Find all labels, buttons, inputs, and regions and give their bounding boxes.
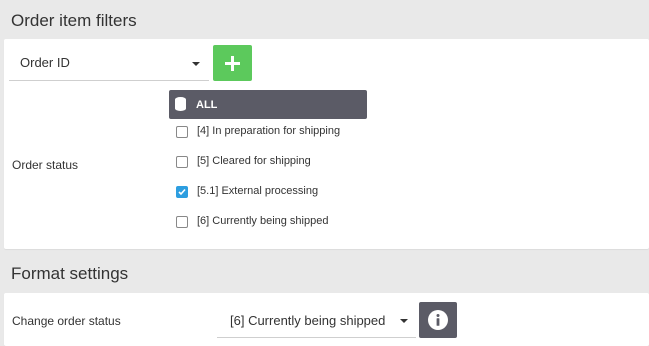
checkbox[interactable]: [176, 216, 188, 228]
change-order-status-select[interactable]: [6] Currently being shipped: [217, 303, 416, 338]
checkbox-checked[interactable]: [176, 186, 188, 198]
filter-field-select[interactable]: Order ID: [9, 45, 209, 81]
status-option-label: [5] Cleared for shipping: [197, 155, 311, 167]
checkbox[interactable]: [176, 126, 188, 138]
filter-field-value: Order ID: [20, 55, 70, 70]
checkbox[interactable]: [176, 156, 188, 168]
database-icon: [175, 97, 186, 111]
change-order-status-label: Change order status: [12, 314, 121, 328]
format-title: Format settings: [11, 264, 129, 283]
info-button[interactable]: [419, 302, 457, 338]
status-option-label: [5.1] External processing: [197, 185, 319, 197]
plus-icon: [225, 56, 240, 71]
filters-title: Order item filters: [11, 11, 137, 30]
select-all-button[interactable]: ALL: [169, 90, 367, 119]
checkmark-icon: [178, 188, 186, 196]
chevron-down-icon: [400, 319, 408, 323]
select-all-label: ALL: [196, 99, 218, 111]
change-order-status-value: [6] Currently being shipped: [230, 313, 386, 328]
add-filter-button[interactable]: [213, 45, 252, 81]
status-option-label: [6] Currently being shipped: [197, 215, 329, 227]
info-icon: [428, 310, 448, 330]
chevron-down-icon: [192, 62, 200, 66]
order-status-label: Order status: [12, 158, 79, 172]
status-option-label: [4] In preparation for shipping: [197, 125, 341, 137]
